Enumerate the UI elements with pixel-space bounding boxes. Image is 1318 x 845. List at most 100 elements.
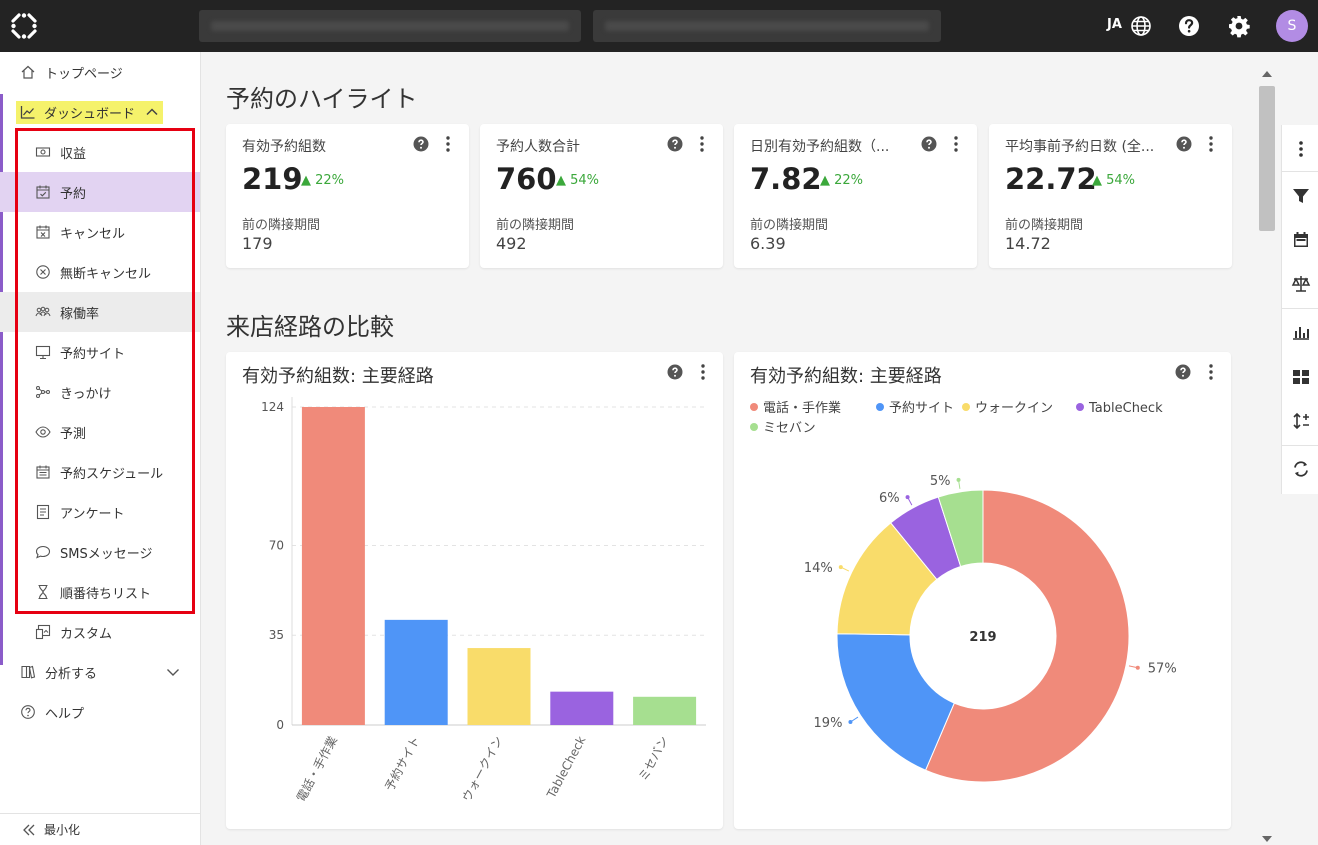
- circle-x-icon: [36, 265, 50, 279]
- sidebar-item-custom[interactable]: カスタム: [0, 612, 200, 652]
- refresh-icon[interactable]: [1291, 459, 1311, 479]
- question-icon[interactable]: [921, 136, 937, 152]
- top-bar: JA S: [0, 0, 1318, 52]
- up-triangle-icon: ▲: [1092, 173, 1102, 188]
- sidebar-item-forecast[interactable]: 予測: [0, 412, 200, 452]
- label-leader-dot: [905, 495, 910, 500]
- scroll-thumb[interactable]: [1259, 86, 1275, 231]
- sidebar-item-label: 収益: [60, 146, 87, 162]
- sidebar-item-triggers[interactable]: きっかけ: [0, 372, 200, 412]
- sidebar-item-no-shows[interactable]: 無断キャンセル: [0, 252, 200, 292]
- sidebar-item-label: 稼働率: [60, 306, 100, 322]
- sidebar-item-help[interactable]: ヘルプ: [0, 692, 200, 732]
- x-tick-label: 電話・手作業: [293, 733, 340, 804]
- sidebar-item-top-page[interactable]: トップページ: [0, 52, 200, 92]
- sidebar-item-revenue[interactable]: 収益: [0, 132, 200, 172]
- kpi-value: 22.72: [1005, 162, 1097, 196]
- legend-label[interactable]: 予約サイト: [889, 401, 954, 416]
- store-selector[interactable]: [199, 10, 581, 42]
- more-vertical-icon[interactable]: [954, 136, 958, 152]
- help-circle-icon: [21, 705, 35, 719]
- user-avatar[interactable]: S: [1276, 10, 1308, 42]
- legend-label[interactable]: 電話・手作業: [763, 400, 841, 416]
- toolbar-separator: [1282, 171, 1318, 172]
- date-range-selector[interactable]: [593, 10, 941, 42]
- language-code[interactable]: JA: [1107, 17, 1122, 32]
- sidebar-item-occupancy[interactable]: 稼働率: [0, 292, 200, 332]
- app-logo-icon[interactable]: [10, 12, 38, 40]
- sidebar-item-sms[interactable]: SMSメッセージ: [0, 532, 200, 572]
- bar-chart-icon[interactable]: [1291, 322, 1311, 342]
- donut-chart-card: 有効予約組数: 主要経路 電話・手作業 予約サイト ウォークイン TableCheck…: [734, 352, 1231, 829]
- kpi-title: 平均事前予約日数 (全...: [1005, 139, 1155, 155]
- legend-swatch: [1076, 403, 1084, 411]
- more-vertical-icon[interactable]: [1291, 139, 1311, 159]
- legend-label[interactable]: TableCheck: [1088, 401, 1163, 416]
- chevron-up-icon[interactable]: [145, 105, 159, 119]
- scroll-down-arrow-icon[interactable]: [1262, 835, 1272, 843]
- legend-label[interactable]: ミセバン: [763, 421, 816, 436]
- help-icon[interactable]: [1177, 14, 1201, 38]
- highlights-section-title: 予約のハイライト: [226, 85, 418, 113]
- sidebar-item-label: きっかけ: [60, 386, 112, 402]
- chat-bubble-icon: [35, 545, 51, 559]
- sidebar: トップページ ダッシュボード 収益 予約 キャンセル 無断キャンセル 稼働率 予…: [0, 52, 201, 845]
- sidebar-item-label: 順番待ちリスト: [60, 586, 152, 602]
- bar[interactable]: [550, 691, 614, 725]
- sidebar-item-waitlist[interactable]: 順番待ちリスト: [0, 572, 200, 612]
- question-icon[interactable]: [413, 136, 429, 152]
- people-icon: [35, 306, 51, 317]
- main-content: 予約のハイライト 有効予約組数 219 ▲ 22% 前の隣接期間 179 予約人…: [202, 52, 1252, 845]
- sidebar-item-label: 予約スケジュール: [60, 466, 164, 482]
- bar[interactable]: [301, 407, 365, 725]
- more-vertical-icon[interactable]: [1209, 136, 1213, 152]
- custom-dashboard-icon: [35, 624, 51, 640]
- legend-swatch: [750, 423, 758, 431]
- scale-balance-icon[interactable]: [1291, 274, 1311, 294]
- y-tick-label: 0: [276, 718, 284, 732]
- main-scrollbar[interactable]: [1256, 62, 1278, 845]
- sidebar-item-label: カスタム: [60, 626, 113, 642]
- y-tick-label: 35: [269, 628, 284, 642]
- gear-icon[interactable]: [1227, 14, 1251, 38]
- bar[interactable]: [467, 648, 531, 725]
- globe-icon[interactable]: [1129, 14, 1153, 38]
- filter-icon[interactable]: [1291, 186, 1311, 206]
- sidebar-item-analyze[interactable]: 分析する: [0, 652, 200, 692]
- kpi-title: 予約人数合計: [496, 139, 580, 155]
- x-tick-label: ウォークイン: [459, 734, 505, 804]
- label-leader-dot: [848, 719, 853, 724]
- kpi-delta-value: 54%: [570, 173, 600, 188]
- more-vertical-icon[interactable]: [700, 136, 704, 152]
- sidebar-item-reservations[interactable]: 予約: [0, 172, 200, 212]
- eye-icon: [35, 426, 51, 438]
- kpi-card: 平均事前予約日数 (全... 22.72 ▲ 54% 前の隣接期間 14.72: [989, 124, 1232, 268]
- sidebar-item-label: キャンセル: [60, 226, 126, 242]
- sidebar-item-label: 無断キャンセル: [60, 266, 152, 282]
- sidebar-item-label: 予測: [60, 426, 87, 442]
- calendar-check-icon: [36, 185, 50, 199]
- minimize-sidebar-button[interactable]: 最小化: [0, 813, 200, 845]
- sidebar-item-label: ダッシュボード: [44, 106, 136, 122]
- survey-icon: [36, 504, 50, 520]
- bar[interactable]: [384, 619, 448, 725]
- sidebar-item-booking-sites[interactable]: 予約サイト: [0, 332, 200, 372]
- sort-arrows-icon[interactable]: [1291, 411, 1311, 431]
- calendar-icon[interactable]: [1291, 230, 1311, 250]
- grid-layout-icon[interactable]: [1291, 367, 1311, 387]
- question-icon[interactable]: [667, 136, 683, 152]
- more-vertical-icon[interactable]: [446, 136, 450, 152]
- label-leader-dot: [838, 565, 843, 570]
- question-icon[interactable]: [1176, 136, 1192, 152]
- toolbar-separator: [1282, 445, 1318, 446]
- kpi-title: 日別有効予約組数（...: [750, 139, 890, 155]
- legend-label[interactable]: ウォークイン: [975, 401, 1053, 416]
- sidebar-item-survey[interactable]: アンケート: [0, 492, 200, 532]
- sidebar-item-schedule[interactable]: 予約スケジュール: [0, 452, 200, 492]
- chevron-down-icon[interactable]: [166, 665, 180, 679]
- bar[interactable]: [633, 696, 697, 725]
- sidebar-item-cancellations[interactable]: キャンセル: [0, 212, 200, 252]
- trend-chart-icon: [20, 106, 35, 119]
- scroll-up-arrow-icon[interactable]: [1262, 70, 1272, 78]
- sidebar-item-dashboard[interactable]: ダッシュボード: [0, 92, 200, 132]
